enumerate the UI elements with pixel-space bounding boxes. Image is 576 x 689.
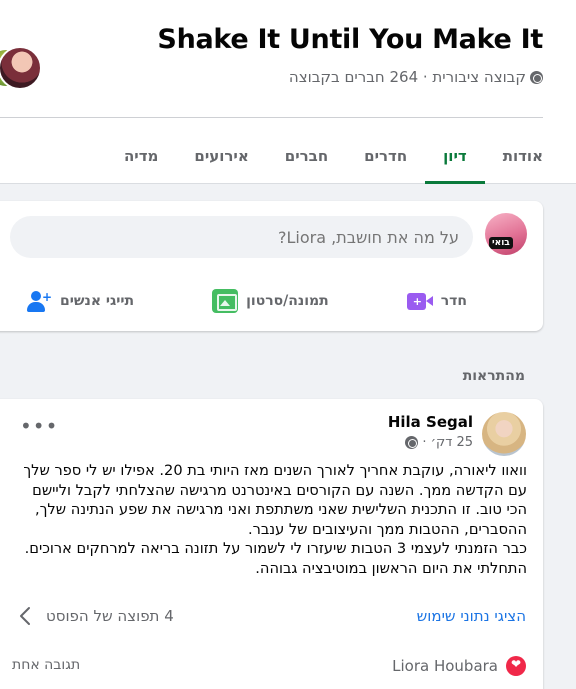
avatar[interactable]: בואי xyxy=(485,213,527,255)
photo-video-button[interactable]: תמונה/סרטון xyxy=(196,289,345,313)
section-title: מהתראות xyxy=(462,368,525,384)
tag-people-icon: + xyxy=(26,289,52,313)
group-tabs: אודות דיון חדרים חברים אירועים מדיה xyxy=(106,128,543,184)
room-button[interactable]: + חדר xyxy=(391,292,527,310)
group-header: Shake It Until You Make It קבוצה ציבורית… xyxy=(0,0,576,184)
heart-icon: ❤ xyxy=(506,656,526,676)
tag-people-button[interactable]: + תייגי אנשים xyxy=(10,289,150,313)
tab-events[interactable]: אירועים xyxy=(176,128,266,184)
member-avatars[interactable] xyxy=(0,46,46,90)
room-label: חדר xyxy=(440,293,467,309)
reactions[interactable]: ❤ Liora Houbara xyxy=(392,656,526,676)
composer-actions: + חדר תמונה/סרטון + תייגי אנשים xyxy=(10,281,527,321)
avatar-tag: בואי xyxy=(489,237,513,249)
tab-rooms[interactable]: חדרים xyxy=(346,128,425,184)
video-room-icon: + xyxy=(406,292,433,310)
avatar xyxy=(0,46,42,90)
tag-people-label: תייגי אנשים xyxy=(60,293,135,309)
chevron-left-icon[interactable] xyxy=(15,605,37,627)
photo-icon xyxy=(212,289,239,313)
photo-video-label: תמונה/סרטון xyxy=(246,293,329,309)
tab-media[interactable]: מדיה xyxy=(106,128,176,184)
group-title: Shake It Until You Make It xyxy=(157,24,543,55)
post-time[interactable]: 25 דק׳ · xyxy=(405,435,473,450)
post-composer: בואי + חדר תמונה/סרטון + תייגי אנשים xyxy=(0,201,543,331)
post-body: וואוו ליאורה, עוקבת אחריך לאורך השנים מא… xyxy=(10,461,527,579)
globe-icon xyxy=(530,70,543,84)
post-paragraph: וואוו ליאורה, עוקבת אחריך לאורך השנים מא… xyxy=(23,462,527,538)
post-card: Hila Segal 25 דק׳ · ••• וואוו ליאורה, עו… xyxy=(0,399,543,689)
more-icon[interactable]: ••• xyxy=(20,416,58,436)
reactor-name: Liora Houbara xyxy=(392,657,498,675)
post-reach: 4 תפוצה של הפוסט xyxy=(46,607,174,625)
divider xyxy=(0,117,543,118)
post-paragraph: כבר הזמנתי לעצמי 3 הטבות שיעזרו לי לשמור… xyxy=(24,540,527,577)
group-meta-text: קבוצה ציבורית · 264 חברים בקבוצה xyxy=(288,68,526,86)
tab-discussion[interactable]: דיון xyxy=(425,128,485,184)
post-time-text: 25 דק׳ · xyxy=(422,435,473,450)
tab-about[interactable]: אודות xyxy=(485,128,543,184)
tab-members[interactable]: חברים xyxy=(267,128,346,184)
composer-input[interactable] xyxy=(10,216,473,258)
group-meta: קבוצה ציבורית · 264 חברים בקבוצה xyxy=(289,68,543,86)
avatar[interactable] xyxy=(482,412,526,456)
post-author[interactable]: Hila Segal xyxy=(388,413,473,431)
globe-icon xyxy=(405,436,419,449)
comments-count[interactable]: תגובה אחת xyxy=(12,657,80,673)
insights-link[interactable]: הציגי נתוני שימוש xyxy=(417,607,526,625)
